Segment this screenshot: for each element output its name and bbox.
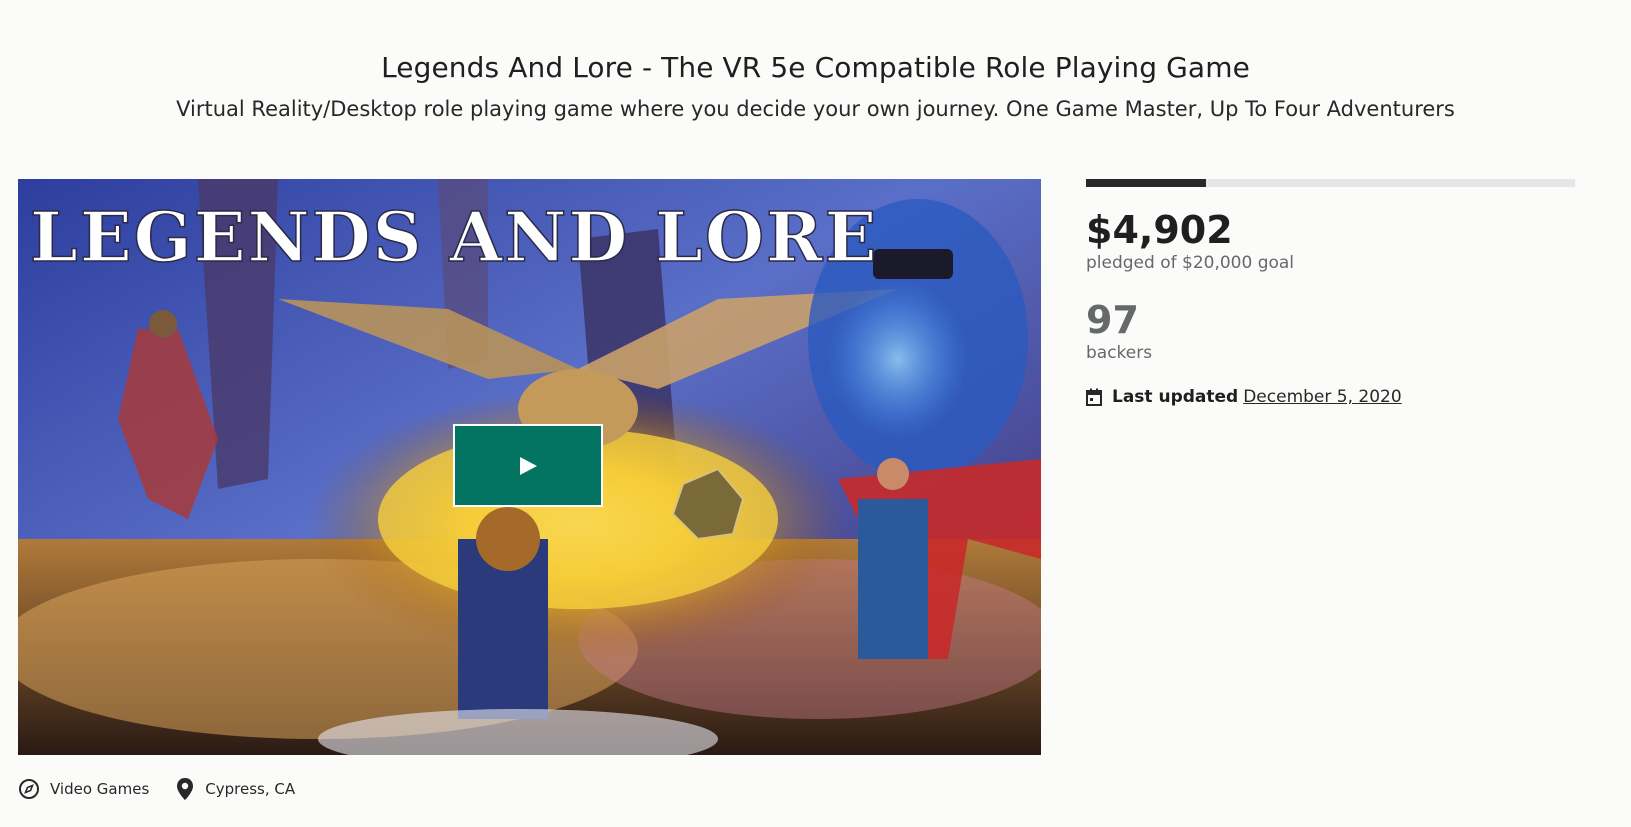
last-updated: Last updated December 5, 2020 [1086,387,1575,407]
last-updated-date-link[interactable]: December 5, 2020 [1243,387,1401,407]
last-updated-label: Last updated [1112,387,1239,407]
category-label: Video Games [50,780,150,798]
funding-progress-bar [1086,179,1575,187]
project-blurb: Virtual Reality/Desktop role playing gam… [176,97,1455,121]
location-link[interactable]: Cypress, CA [175,777,295,801]
play-video-button[interactable] [453,424,603,507]
category-link[interactable]: Video Games [18,778,149,800]
svg-text:LEGENDS AND LORE: LEGENDS AND LORE [30,198,878,278]
funding-progress-fill [1086,179,1206,187]
project-meta: Video Games Cypress, CA [18,776,321,802]
location-pin-icon [175,777,195,801]
project-title: Legends And Lore - The VR 5e Compatible … [381,51,1250,84]
project-video[interactable]: LEGENDS AND LORE [18,179,1041,755]
backers-count: 97 [1086,298,1139,342]
play-icon [520,456,537,475]
pledged-goal: pledged of $20,000 goal [1086,253,1295,273]
backers-label: backers [1086,343,1153,363]
compass-icon [18,778,40,800]
pledged-amount: $4,902 [1086,208,1233,252]
funding-stats: $4,902 pledged of $20,000 goal 97 backer… [1086,179,1575,407]
location-label: Cypress, CA [205,780,296,798]
calendar-icon [1086,388,1102,406]
